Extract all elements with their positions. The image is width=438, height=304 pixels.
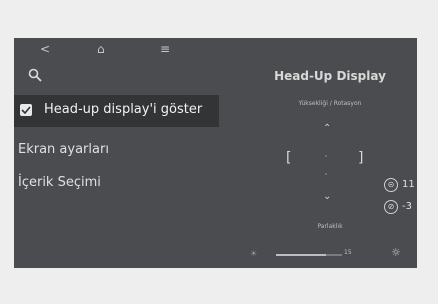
menu-item-content-selection[interactable]: İçerik Seçimi bbox=[18, 175, 101, 190]
rotation-stepper[interactable]: ⊘ -3 bbox=[384, 199, 417, 219]
menu-item-screen-settings[interactable]: Ekran ayarları bbox=[18, 142, 109, 157]
back-icon[interactable]: < bbox=[40, 42, 50, 56]
position-dot bbox=[325, 155, 327, 157]
up-arrow-icon[interactable]: ⌃ bbox=[323, 123, 331, 134]
brightness-high-icon: ☼ bbox=[391, 246, 401, 259]
brightness-value: 15 bbox=[344, 249, 352, 256]
brightness-slider[interactable] bbox=[276, 254, 342, 256]
panel-title: Head-Up Display bbox=[274, 69, 386, 83]
down-arrow-icon[interactable]: ⌄ bbox=[323, 191, 331, 202]
rotation-icon: ⊘ bbox=[384, 200, 398, 214]
height-value: 11 bbox=[402, 179, 415, 190]
menu-item-show-hud[interactable]: Head-up display'i göster bbox=[14, 95, 219, 127]
left-bracket-icon: [ bbox=[286, 150, 292, 166]
brightness-low-icon: ☀ bbox=[250, 249, 258, 258]
right-bracket-icon: ] bbox=[358, 150, 364, 166]
rotation-value: -3 bbox=[402, 201, 412, 212]
search-icon[interactable] bbox=[28, 68, 42, 82]
brightness-label: Parlaklık bbox=[317, 223, 343, 230]
height-stepper[interactable]: ⊝ 11 bbox=[384, 177, 417, 197]
height-icon: ⊝ bbox=[384, 178, 398, 192]
brightness-slider-fill bbox=[276, 254, 326, 256]
menu-item-label: Head-up display'i göster bbox=[44, 102, 203, 117]
infotainment-screen: < ⌂ ≡ Head-up display'i göster Ekran aya… bbox=[14, 38, 417, 268]
checkbox-icon[interactable] bbox=[20, 104, 32, 116]
home-icon[interactable]: ⌂ bbox=[97, 42, 105, 56]
height-rotation-label: Yüksekliği / Rotasyon bbox=[298, 100, 362, 107]
position-dot bbox=[325, 173, 327, 175]
menu-icon[interactable]: ≡ bbox=[160, 42, 170, 56]
